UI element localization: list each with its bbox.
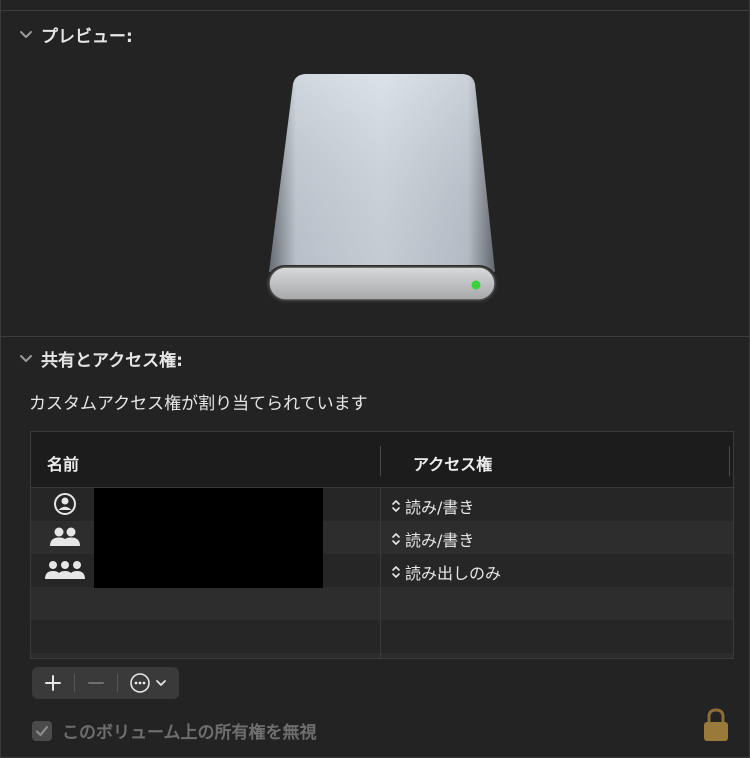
table-header: 名前 アクセス権 <box>31 432 733 488</box>
minus-icon <box>88 682 104 684</box>
access-popup[interactable]: 読み出しのみ <box>391 560 501 584</box>
group-icon <box>45 525 85 549</box>
column-header-access[interactable]: アクセス権 <box>413 451 492 475</box>
ellipsis-circle-icon <box>130 673 150 693</box>
column-separator <box>729 446 730 476</box>
ignore-ownership-option[interactable]: このボリューム上の所有権を無視 <box>32 718 317 743</box>
table-row <box>31 587 733 620</box>
remove-button[interactable] <box>75 667 117 699</box>
external-drive-icon <box>263 72 501 310</box>
chevron-down-icon[interactable] <box>19 352 33 366</box>
sharing-section-header[interactable]: 共有とアクセス権: <box>19 346 183 371</box>
column-separator <box>380 653 381 658</box>
preview-section-header[interactable]: プレビュー: <box>19 22 133 47</box>
column-separator <box>380 620 381 653</box>
column-separator <box>380 587 381 620</box>
permissions-subtitle: カスタムアクセス権が割り当てられています <box>29 394 368 414</box>
ignore-ownership-checkbox[interactable] <box>32 720 52 741</box>
status-led <box>471 280 481 290</box>
preview-title: プレビュー: <box>41 27 133 47</box>
checkmark-icon <box>35 725 49 736</box>
add-button[interactable] <box>32 667 74 699</box>
lock-icon[interactable] <box>702 707 730 743</box>
access-value: 読み/書き <box>405 531 475 550</box>
table-row <box>31 653 733 658</box>
access-popup[interactable]: 読み/書き <box>391 494 474 518</box>
table-row <box>31 620 733 653</box>
column-separator <box>380 521 381 554</box>
column-header-name[interactable]: 名前 <box>47 451 79 475</box>
sharing-title: 共有とアクセス権: <box>41 351 183 371</box>
access-value: 読み/書き <box>405 498 475 517</box>
everyone-icon <box>45 558 85 582</box>
access-popup[interactable]: 読み/書き <box>391 527 474 551</box>
plus-icon <box>45 675 61 691</box>
section-divider <box>1 336 749 337</box>
access-value: 読み出しのみ <box>405 564 502 583</box>
chevron-down-icon <box>156 680 166 686</box>
chevron-down-icon[interactable] <box>19 28 33 42</box>
redacted-names-block <box>94 488 323 588</box>
info-window-panel: プレビュー: 共有とアクセス権: カスタムアクセス権が割り当てられています 名前… <box>0 0 750 758</box>
person-icon <box>45 492 85 516</box>
updown-arrows-icon <box>392 500 400 512</box>
updown-arrows-icon <box>392 566 400 578</box>
action-menu-button[interactable] <box>118 667 178 699</box>
column-separator <box>380 488 381 521</box>
top-divider <box>1 10 749 11</box>
column-separator <box>380 554 381 587</box>
updown-arrows-icon <box>392 533 400 545</box>
ignore-ownership-label: このボリューム上の所有権を無視 <box>62 723 317 743</box>
permissions-button-bar <box>32 667 179 699</box>
column-separator <box>380 446 381 476</box>
